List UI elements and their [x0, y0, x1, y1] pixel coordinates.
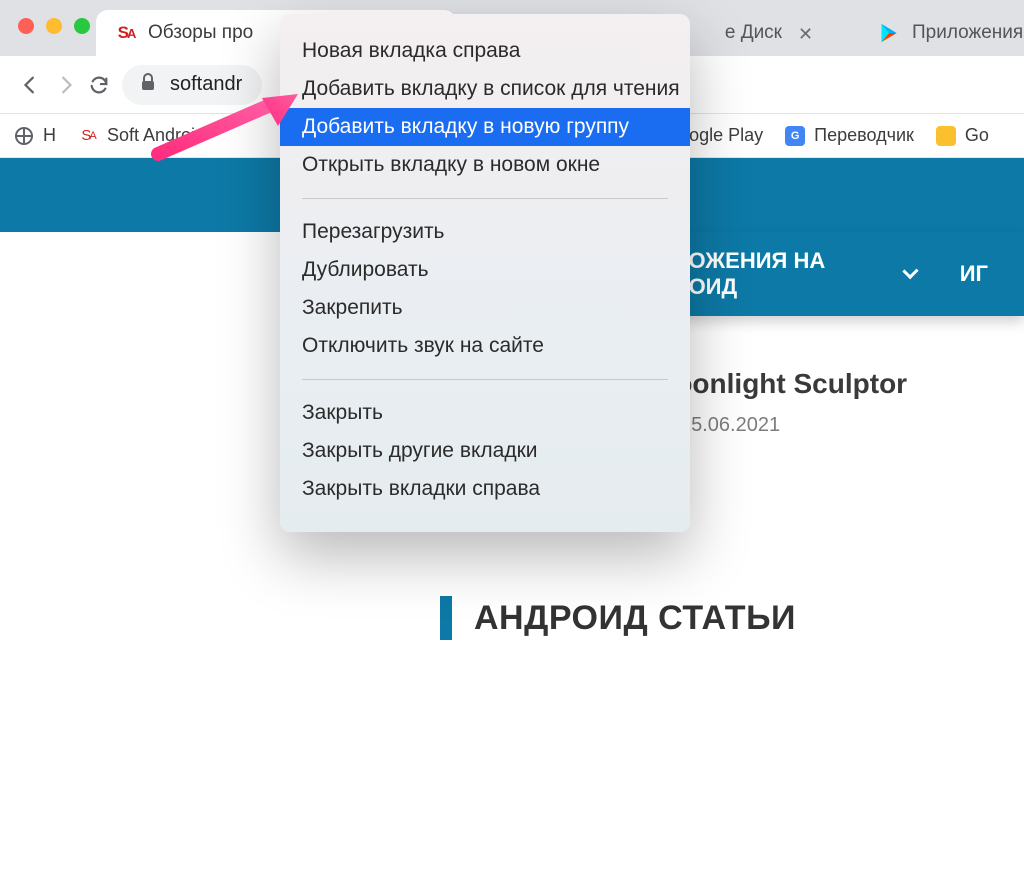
- bookmark-soft-android[interactable]: SA Soft Android: [78, 125, 205, 146]
- bookmark-label: H: [43, 125, 56, 146]
- address-bar[interactable]: softandr: [122, 65, 262, 105]
- tab-context-menu: Новая вкладка справаДобавить вкладку в с…: [280, 14, 690, 532]
- lock-icon: [140, 73, 156, 97]
- app-icon: [936, 126, 956, 146]
- tab-inactive-drive[interactable]: е Диск ✕: [676, 10, 836, 56]
- favicon-sa-icon: SA: [116, 23, 136, 43]
- bookmark-label: ogle Play: [689, 125, 763, 146]
- close-tab-icon[interactable]: ✕: [798, 24, 816, 42]
- address-text: softandr: [170, 73, 242, 96]
- bookmark-label: Переводчик: [814, 125, 914, 146]
- section-heading: АНДРОИД СТАТЬИ: [440, 596, 796, 640]
- globe-icon: [14, 126, 34, 146]
- article-title: Moonlight Sculptor: [652, 368, 907, 400]
- maximize-window-button[interactable]: [74, 18, 90, 34]
- section-title: АНДРОИД СТАТЬИ: [474, 599, 796, 638]
- nav-forward-button[interactable]: [48, 68, 82, 102]
- context-menu-item[interactable]: Закрыть другие вкладки: [280, 432, 690, 470]
- context-menu-item[interactable]: Дублировать: [280, 251, 690, 289]
- tab-title: е Диск: [725, 22, 782, 44]
- nav-item-games[interactable]: ИГ: [960, 233, 988, 315]
- context-menu-item[interactable]: Закрепить: [280, 289, 690, 327]
- bookmark-google-play[interactable]: ogle Play: [689, 125, 763, 146]
- article-date: 15.06.2021: [680, 414, 780, 437]
- window-controls: [18, 18, 90, 34]
- google-play-icon: [880, 23, 898, 43]
- context-menu-item[interactable]: Закрыть: [280, 394, 690, 432]
- close-window-button[interactable]: [18, 18, 34, 34]
- tab-title: Обзоры про: [148, 22, 253, 44]
- favicon-sa-icon: SA: [78, 126, 98, 146]
- nav-back-button[interactable]: [14, 68, 48, 102]
- tab-inactive-play[interactable]: Приложения: [860, 10, 1024, 56]
- article-meta: 15.06.2021: [652, 414, 907, 437]
- context-menu-item[interactable]: Открыть вкладку в новом окне: [280, 146, 690, 184]
- tab-title: Приложения: [912, 22, 1023, 44]
- bookmark-label: Soft Android: [107, 125, 205, 146]
- context-menu-item[interactable]: Новая вкладка справа: [280, 32, 690, 70]
- google-translate-icon: G: [785, 126, 805, 146]
- context-menu-item[interactable]: Закрыть вкладки справа: [280, 470, 690, 508]
- context-menu-item[interactable]: Отключить звук на сайте: [280, 327, 690, 365]
- nav-reload-button[interactable]: [82, 68, 116, 102]
- context-menu-item[interactable]: Добавить вкладку в новую группу: [280, 108, 690, 146]
- bookmark-go[interactable]: Go: [936, 125, 989, 146]
- accent-bar: [440, 596, 452, 640]
- bookmark-h[interactable]: H: [14, 125, 56, 146]
- chevron-down-icon: [902, 263, 918, 279]
- bookmark-label: Go: [965, 125, 989, 146]
- context-menu-item[interactable]: Перезагрузить: [280, 213, 690, 251]
- bookmark-translator[interactable]: G Переводчик: [785, 125, 914, 146]
- nav-label: ИГ: [960, 261, 988, 287]
- context-menu-item[interactable]: Добавить вкладку в список для чтения: [280, 70, 690, 108]
- minimize-window-button[interactable]: [46, 18, 62, 34]
